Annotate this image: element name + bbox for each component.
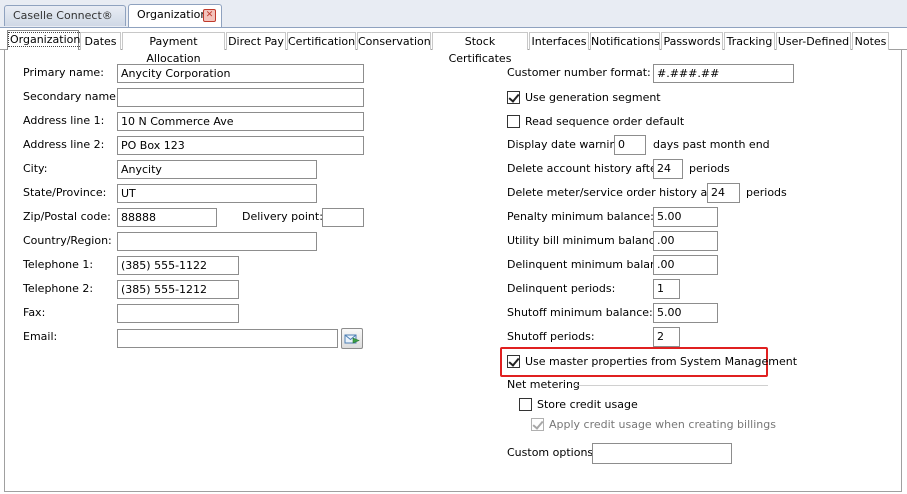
zip-input[interactable]: 88888 — [117, 208, 217, 227]
tab-certification[interactable]: Certification — [287, 32, 356, 50]
telephone-1-label: Telephone 1: — [23, 258, 94, 271]
address-line-1-input[interactable]: 10 N Commerce Ave — [117, 112, 364, 131]
custom-options-input[interactable] — [592, 443, 732, 464]
doc-tab-caselle-connect[interactable]: Caselle Connect® — [4, 5, 126, 26]
tab-label: Notes — [854, 35, 887, 48]
close-icon[interactable]: ✕ — [203, 9, 216, 22]
zip-label: Zip/Postal code: — [23, 210, 111, 223]
display-date-warning-input[interactable]: 0 — [614, 135, 646, 155]
penalty-minimum-balance-input[interactable]: 5.00 — [653, 207, 718, 227]
tab-passwords[interactable]: Passwords — [661, 32, 723, 50]
tab-direct-pay[interactable]: Direct Pay — [226, 32, 286, 50]
customer-number-format-input[interactable]: #.###.## — [653, 64, 794, 83]
tab-label: Dates — [84, 35, 117, 48]
email-label: Email: — [23, 330, 58, 343]
tab-notes[interactable]: Notes — [852, 32, 889, 50]
tab-payment-allocation[interactable]: Payment Allocation — [122, 32, 225, 65]
telephone-1-input[interactable]: (385) 555-1122 — [117, 256, 239, 275]
delete-account-history-label: Delete account history after — [507, 162, 662, 175]
address-line-2-label: Address line 2: — [23, 138, 105, 151]
store-credit-usage-label: Store credit usage — [537, 398, 638, 411]
doc-tab-label: Caselle Connect® — [13, 9, 113, 22]
delinquent-minimum-balance-input[interactable]: .00 — [653, 255, 718, 275]
tab-label: Interfaces — [531, 35, 587, 48]
net-metering-label: Net metering — [507, 378, 580, 391]
shutoff-periods-label: Shutoff periods: — [507, 330, 595, 343]
tab-label: Organization — [8, 32, 83, 47]
tab-notifications[interactable]: Notifications — [590, 32, 660, 50]
read-sequence-order-default-checkbox[interactable] — [507, 115, 520, 128]
display-date-warning-label: Display date warning — [507, 138, 624, 151]
telephone-2-label: Telephone 2: — [23, 282, 94, 295]
shutoff-periods-input[interactable]: 2 — [653, 327, 680, 347]
use-master-properties-checkbox[interactable] — [507, 355, 520, 368]
email-input[interactable] — [117, 329, 338, 348]
tab-label: Conservation — [358, 35, 431, 48]
net-metering-divider — [573, 385, 768, 386]
tab-label: Notifications — [591, 35, 660, 48]
apply-credit-usage-checkbox[interactable] — [531, 418, 544, 431]
country-label: Country/Region: — [23, 234, 112, 247]
use-master-properties-label: Use master properties from System Manage… — [525, 355, 798, 368]
city-input[interactable]: Anycity — [117, 160, 317, 179]
state-label: State/Province: — [23, 186, 107, 199]
tab-label: Certification — [288, 35, 356, 48]
delete-meter-history-suffix: periods — [746, 186, 787, 199]
delinquent-minimum-balance-label: Delinquent minimum balance: — [507, 258, 674, 271]
tab-label: Tracking — [726, 35, 773, 48]
delivery-point-input[interactable] — [322, 208, 364, 227]
address-line-1-label: Address line 1: — [23, 114, 105, 127]
utility-bill-minimum-balance-input[interactable]: .00 — [653, 231, 718, 251]
apply-credit-usage-label: Apply credit usage when creating billing… — [549, 418, 776, 431]
fax-label: Fax: — [23, 306, 46, 319]
shutoff-minimum-balance-input[interactable]: 5.00 — [653, 303, 718, 323]
tab-interfaces[interactable]: Interfaces — [529, 32, 589, 50]
tab-dates[interactable]: Dates — [80, 32, 121, 50]
fax-input[interactable] — [117, 304, 239, 323]
delinquent-periods-label: Delinquent periods: — [507, 282, 616, 295]
customer-number-format-label: Customer number format: — [507, 66, 651, 79]
delinquent-periods-input[interactable]: 1 — [653, 279, 680, 299]
state-input[interactable]: UT — [117, 184, 317, 203]
delete-meter-history-label: Delete meter/service order history after — [507, 186, 727, 199]
telephone-2-input[interactable]: (385) 555-1212 — [117, 280, 239, 299]
tab-tracking[interactable]: Tracking — [724, 32, 775, 50]
shutoff-minimum-balance-label: Shutoff minimum balance: — [507, 306, 653, 319]
send-email-button[interactable] — [341, 328, 363, 349]
custom-options-label: Custom options: — [507, 446, 597, 459]
doc-tab-organization[interactable]: Organization ✕ — [128, 4, 222, 27]
delete-account-history-input[interactable]: 24 — [653, 159, 683, 179]
primary-name-input[interactable]: Anycity Corporation — [117, 64, 364, 83]
delivery-point-label: Delivery point: — [242, 210, 323, 223]
tab-label: Passwords — [663, 35, 721, 48]
secondary-name-label: Secondary name: — [23, 90, 120, 103]
delete-account-history-suffix: periods — [689, 162, 730, 175]
send-email-icon — [344, 334, 360, 344]
tab-conservation[interactable]: Conservation — [357, 32, 431, 50]
store-credit-usage-checkbox[interactable] — [519, 398, 532, 411]
tab-user-defined[interactable]: User-Defined — [776, 32, 851, 50]
tab-label: User-Defined — [777, 35, 850, 48]
city-label: City: — [23, 162, 48, 175]
display-date-warning-suffix: days past month end — [653, 138, 770, 151]
utility-bill-minimum-balance-label: Utility bill minimum balance: — [507, 234, 666, 247]
primary-name-label: Primary name: — [23, 66, 104, 79]
document-tab-bar: Caselle Connect® Organization ✕ — [0, 0, 907, 28]
tab-label: Direct Pay — [228, 35, 284, 48]
tab-organization[interactable]: Organization — [7, 30, 83, 50]
doc-tab-label: Organization — [137, 8, 208, 21]
secondary-name-input[interactable] — [117, 88, 364, 107]
delete-meter-history-input[interactable]: 24 — [707, 183, 740, 203]
read-sequence-order-default-label: Read sequence order default — [525, 115, 685, 128]
country-input[interactable] — [117, 232, 317, 251]
address-line-2-input[interactable]: PO Box 123 — [117, 136, 364, 155]
use-generation-segment-checkbox[interactable] — [507, 91, 520, 104]
tab-stock-certificates[interactable]: Stock Certificates — [432, 32, 528, 65]
use-generation-segment-label: Use generation segment — [525, 91, 661, 104]
penalty-minimum-balance-label: Penalty minimum balance: — [507, 210, 654, 223]
